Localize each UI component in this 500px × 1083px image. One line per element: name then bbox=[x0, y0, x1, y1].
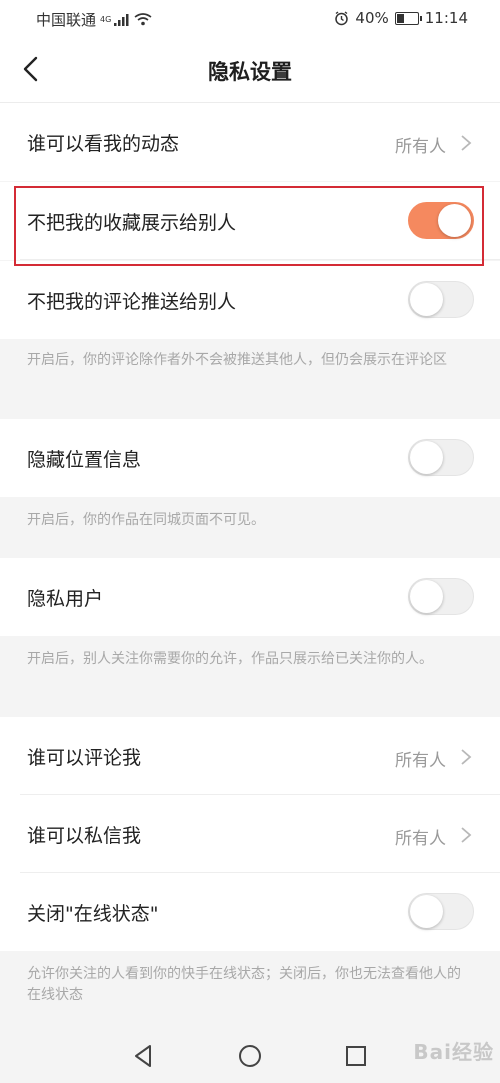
square-recents-icon[interactable] bbox=[342, 1042, 370, 1070]
toggle-knob bbox=[410, 441, 443, 474]
row-label: 隐私用户 bbox=[27, 588, 104, 610]
row-label: 关闭"在线状态" bbox=[27, 903, 159, 925]
battery-percent: 40% bbox=[355, 9, 389, 27]
row-who-can-see-activity[interactable]: 谁可以看我的动态 所有人 bbox=[0, 103, 500, 181]
row-who-can-comment[interactable]: 谁可以评论我 所有人 bbox=[0, 717, 500, 795]
divider bbox=[20, 259, 500, 260]
status-bar: 中国联通 4G 40% 11:14 bbox=[0, 0, 500, 36]
chevron-right-icon bbox=[461, 135, 472, 151]
row-value: 所有人 bbox=[395, 751, 446, 771]
toggle-knob bbox=[410, 895, 443, 928]
chevron-right-icon bbox=[461, 827, 472, 843]
carrier-name: 中国联通 bbox=[36, 11, 97, 29]
row-label: 谁可以私信我 bbox=[27, 825, 142, 847]
circle-home-icon[interactable] bbox=[236, 1042, 264, 1070]
triangle-back-icon[interactable] bbox=[130, 1042, 158, 1070]
signal-icon bbox=[114, 13, 129, 26]
comments-note: 开启后，你的评论除作者外不会被推送其他人，但仍会展示在评论区 bbox=[27, 352, 447, 368]
wifi-icon bbox=[134, 13, 152, 26]
toggle-knob bbox=[438, 204, 471, 237]
toggle-knob bbox=[410, 283, 443, 316]
row-hide-favorites: 不把我的收藏展示给别人 bbox=[0, 182, 500, 260]
status-right: 40% 11:14 bbox=[334, 9, 468, 27]
status-left: 中国联通 4G bbox=[36, 9, 152, 30]
row-no-push-comments: 不把我的评论推送给别人 bbox=[0, 261, 500, 339]
watermark-logo: Bai经验 bbox=[413, 1040, 494, 1064]
row-hide-location: 隐藏位置信息 bbox=[0, 419, 500, 497]
row-who-can-message[interactable]: 谁可以私信我 所有人 bbox=[0, 795, 500, 873]
row-value: 所有人 bbox=[395, 829, 446, 849]
network-type: 4G bbox=[100, 14, 112, 24]
chevron-right-icon bbox=[461, 749, 472, 765]
row-label: 谁可以评论我 bbox=[27, 747, 142, 769]
close-online-status-toggle[interactable] bbox=[408, 893, 474, 930]
hide-location-toggle[interactable] bbox=[408, 439, 474, 476]
row-label: 隐藏位置信息 bbox=[27, 449, 142, 471]
row-private-user: 隐私用户 bbox=[0, 558, 500, 636]
row-label: 谁可以看我的动态 bbox=[27, 133, 180, 155]
row-label: 不把我的收藏展示给别人 bbox=[27, 212, 237, 234]
toggle-knob bbox=[410, 580, 443, 613]
row-label: 不把我的评论推送给别人 bbox=[27, 291, 237, 313]
online-note: 允许你关注的人看到你的快手在线状态；关闭后，你也无法查看他人的在线状态 bbox=[27, 966, 461, 1003]
alarm-icon bbox=[335, 10, 349, 25]
hide-favorites-toggle[interactable] bbox=[408, 202, 474, 239]
private-user-toggle[interactable] bbox=[408, 578, 474, 615]
nav-bar: 隐私设置 bbox=[0, 36, 500, 103]
page-title: 隐私设置 bbox=[208, 60, 292, 84]
no-push-comments-toggle[interactable] bbox=[408, 281, 474, 318]
battery-icon bbox=[394, 11, 422, 25]
private-note: 开启后，别人关注你需要你的允许，作品只展示给已关注你的人。 bbox=[27, 651, 433, 667]
clock-time: 11:14 bbox=[424, 9, 468, 27]
row-close-online-status: 关闭"在线状态" bbox=[0, 873, 500, 951]
row-value: 所有人 bbox=[395, 137, 446, 157]
location-note: 开启后，你的作品在同城页面不可见。 bbox=[27, 512, 265, 528]
